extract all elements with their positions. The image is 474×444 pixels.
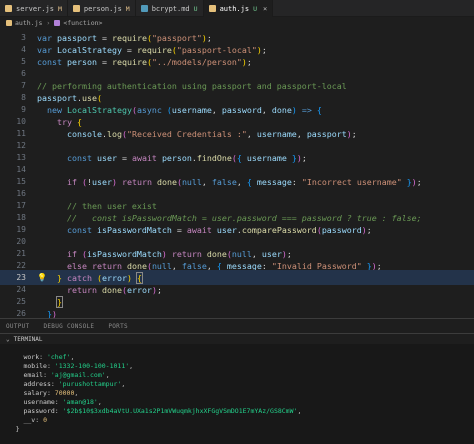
- line-number: 6: [21, 69, 26, 78]
- tab-output[interactable]: OUTPUT: [6, 323, 29, 330]
- terminal-line: work: 'chef',: [23, 353, 75, 361]
- line-number: 19: [16, 225, 26, 234]
- code-text: } catch (error) {: [56, 271, 143, 284]
- markdown-file-icon: [140, 5, 148, 12]
- tab-badge: U: [193, 4, 198, 13]
- code-text: return done(error);: [66, 284, 162, 295]
- js-file-icon: [72, 5, 80, 12]
- breadcrumb-symbol[interactable]: <function>: [63, 19, 102, 27]
- tab-label: person.js: [83, 4, 122, 13]
- editor-tab-bar: server.js M person.js M bcrypt.md U auth…: [0, 0, 474, 17]
- breadcrumb: auth.js › <function>: [0, 17, 474, 29]
- line-number: 7: [21, 81, 26, 90]
- js-file-icon: [208, 5, 216, 12]
- code-comment: // then user exist: [66, 200, 157, 211]
- chevron-down-icon[interactable]: ⌄: [6, 336, 10, 343]
- code-text: }): [47, 308, 57, 319]
- code-text: console.log("Received Credentials :", us…: [66, 128, 357, 139]
- js-file-icon: [5, 5, 12, 12]
- terminal-title: TERMINAL: [13, 335, 43, 343]
- terminal-output[interactable]: work: 'chef', mobile: '1332-100-100-1011…: [0, 344, 474, 444]
- code-text: }: [55, 295, 63, 308]
- code-text: const isPasswordMatch = await user.compa…: [66, 224, 372, 235]
- tab-badge: M: [57, 4, 62, 13]
- code-editor[interactable]: 3 var passport = require("passport"); 4 …: [0, 30, 474, 318]
- tab-debug-console[interactable]: DEBUG CONSOLE: [43, 323, 94, 330]
- tab-badge: M: [125, 4, 130, 13]
- terminal-header[interactable]: ⌄ TERMINAL: [0, 333, 474, 344]
- line-number: 8: [21, 93, 26, 102]
- terminal-line: password: '$2b$10$3xdb4aVtU.UXa1s2P1mVWu…: [23, 407, 302, 415]
- code-line: 26 }): [0, 306, 474, 319]
- tab-server-js[interactable]: server.js M: [0, 0, 68, 17]
- tab-person-js[interactable]: person.js M: [68, 0, 136, 17]
- code-text: const person = require("../models/person…: [37, 56, 252, 67]
- tab-label: bcrypt.md: [151, 4, 190, 13]
- line-number: 20: [16, 237, 26, 246]
- tab-auth-js[interactable]: auth.js U ×: [203, 0, 274, 17]
- code-text: new LocalStrategy(async (username, passw…: [47, 104, 322, 115]
- tab-bcrypt-md[interactable]: bcrypt.md U: [136, 0, 204, 17]
- chevron-right-icon: ›: [46, 19, 51, 27]
- code-text: passport.use(: [37, 92, 102, 103]
- line-number: 26: [16, 309, 26, 318]
- line-number: 15: [16, 177, 26, 186]
- tab-label: auth.js: [219, 4, 250, 13]
- line-number: 11: [16, 129, 26, 138]
- line-number: 21: [16, 249, 26, 258]
- terminal-line: mobile: '1332-100-100-1011',: [23, 362, 134, 370]
- terminal-line: email: 'aj@gmail.com',: [23, 371, 110, 379]
- close-icon[interactable]: ×: [263, 5, 267, 13]
- line-number: 17: [16, 201, 26, 210]
- line-number: 10: [16, 117, 26, 126]
- tab-badge: U: [253, 4, 258, 13]
- line-number: 5: [21, 57, 26, 66]
- line-number: 22: [16, 261, 26, 270]
- code-text: if (!user) return done(null, false, { me…: [66, 176, 422, 187]
- function-icon: [54, 20, 61, 26]
- terminal-line: username: 'aman@18',: [23, 398, 102, 406]
- tab-ports[interactable]: PORTS: [108, 323, 128, 330]
- code-text: var LocalStrategy = require("passport-lo…: [37, 44, 267, 55]
- terminal-line: address: 'purushottampur',: [23, 380, 126, 388]
- terminal-line: salary: 70000,: [23, 389, 79, 397]
- code-comment: // performing authentication using passp…: [37, 80, 347, 91]
- line-number: 3: [21, 33, 26, 42]
- code-text: else return done(null, false, { message:…: [66, 260, 382, 271]
- js-file-icon: [6, 20, 12, 26]
- line-number: 18: [16, 213, 26, 222]
- terminal-line: }: [15, 425, 20, 433]
- line-number: 9: [21, 105, 26, 114]
- code-text: try {: [56, 116, 82, 127]
- line-number: 13: [16, 153, 26, 162]
- line-number: 12: [16, 141, 26, 150]
- line-number: 24: [16, 285, 26, 294]
- line-number: 14: [16, 165, 26, 174]
- breadcrumb-file[interactable]: auth.js: [15, 19, 42, 27]
- tab-label: server.js: [16, 4, 54, 13]
- line-number: 4: [21, 45, 26, 54]
- line-number: 25: [16, 297, 26, 306]
- line-number: 16: [16, 189, 26, 198]
- code-text: const user = await person.findOne({ user…: [66, 152, 307, 163]
- line-number: 23: [16, 273, 26, 282]
- code-text: var passport = require("passport");: [37, 32, 212, 43]
- terminal-line: __v: 0: [23, 416, 47, 424]
- code-comment: // const isPasswordMatch = user.password…: [66, 212, 422, 223]
- panel-tab-bar: OUTPUT DEBUG CONSOLE PORTS: [0, 318, 474, 333]
- code-text: if (isPasswordMatch) return done(null, u…: [66, 248, 292, 259]
